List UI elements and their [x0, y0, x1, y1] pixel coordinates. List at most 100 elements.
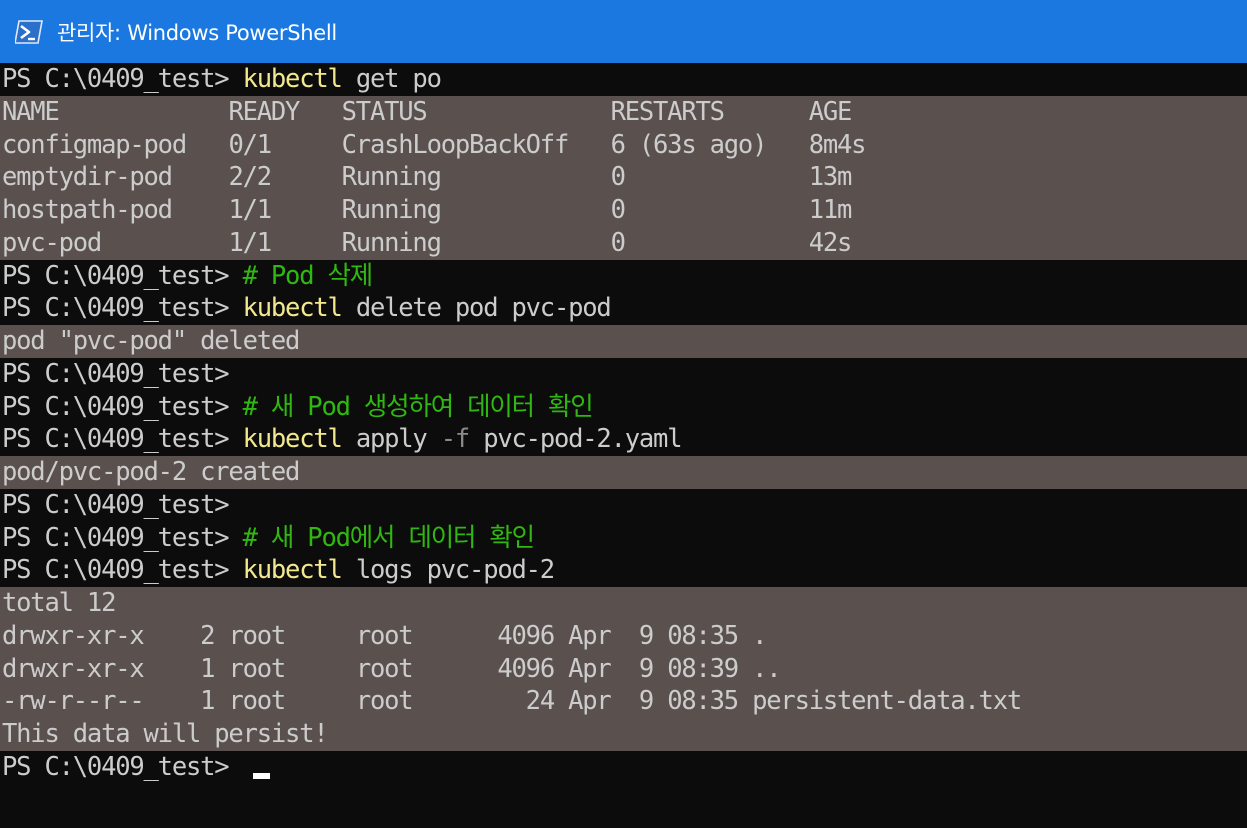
output-line: pod/pvc-pod-2 created	[0, 456, 1247, 489]
prompt-text: PS C:\0409_test>	[2, 489, 243, 520]
table-cell: 0	[610, 227, 809, 258]
table-row: emptydir-pod 2/2 Running 0 13m	[0, 161, 1247, 194]
comment-text: # 새 Pod에서 데이터 확인	[242, 522, 536, 553]
table-header-cell: RESTARTS	[610, 96, 809, 127]
comment-line: PS C:\0409_test> # 새 Pod에서 데이터 확인	[0, 522, 1247, 555]
file-name: persistent-data.txt	[737, 686, 1022, 717]
table-cell: Running	[341, 227, 611, 258]
output-text: This data will persist!	[2, 719, 329, 749]
command-args: pvc-pod-2.yaml	[469, 424, 682, 455]
command-name: kubectl	[242, 555, 343, 586]
table-row: configmap-pod 0/1 CrashLoopBackOff 6 (63…	[0, 128, 1247, 162]
file-owner: root	[214, 620, 356, 651]
command-args: get po	[341, 64, 442, 94]
command-flag: -f	[440, 424, 471, 455]
comment-text: # Pod 삭제	[242, 260, 374, 291]
file-group: root	[355, 653, 498, 684]
file-day: 9	[610, 653, 654, 684]
file-listing-row: -rw-r--r-- 1 root root 24 Apr 9 08:35 pe…	[0, 685, 1247, 718]
file-listing-row: drwxr-xr-x 1 root root 4096 Apr 9 08:39 …	[0, 652, 1247, 686]
prompt-text: PS C:\0409_test>	[2, 358, 243, 389]
prompt-text: PS C:\0409_test>	[2, 391, 243, 422]
text-cursor	[252, 772, 270, 779]
prompt-text: PS C:\0409_test>	[2, 260, 243, 291]
table-header-cell: NAME	[2, 96, 229, 127]
table-header-cell: READY	[228, 96, 342, 127]
command-args: logs pvc-pod-2	[341, 555, 555, 586]
file-time: 08:35	[653, 686, 739, 717]
command-line: PS C:\0409_test> kubectl get po	[0, 63, 1247, 96]
table-row: pvc-pod 1/1 Running 0 42s	[0, 226, 1247, 260]
prompt-text: PS C:\0409_test>	[2, 293, 243, 324]
file-size: 4096	[497, 620, 555, 651]
table-cell: 11m	[808, 195, 853, 225]
prompt-line: PS C:\0409_test>	[0, 489, 1247, 522]
file-time: 08:35	[653, 620, 739, 651]
output-line: This data will persist!	[0, 718, 1247, 751]
command-line: PS C:\0409_test> kubectl delete pod pvc-…	[0, 292, 1247, 325]
output-text: pod "pvc-pod" deleted	[2, 326, 300, 356]
file-owner: root	[214, 653, 356, 684]
table-row: hostpath-pod 1/1 Running 0 11m	[0, 194, 1247, 227]
file-day: 9	[610, 620, 654, 651]
file-time: 08:39	[653, 653, 739, 684]
output-text: total 12	[2, 588, 116, 618]
file-links: 2	[143, 620, 215, 651]
comment-line: PS C:\0409_test> # Pod 삭제	[0, 260, 1247, 293]
prompt-text: PS C:\0409_test>	[2, 751, 243, 782]
command-line: PS C:\0409_test> kubectl logs pvc-pod-2	[0, 554, 1247, 587]
file-size: 24	[497, 686, 556, 717]
table-header-cell: AGE	[808, 96, 853, 127]
table-header-cell: STATUS	[341, 96, 611, 127]
output-line: pod "pvc-pod" deleted	[0, 325, 1247, 358]
table-cell: configmap-pod	[2, 129, 229, 160]
table-cell: 1/1	[228, 227, 342, 258]
comment-line: PS C:\0409_test> # 새 Pod 생성하여 데이터 확인	[0, 391, 1247, 424]
comment-text: # 새 Pod 생성하여 데이터 확인	[242, 391, 594, 422]
table-cell: 6 (63s ago)	[610, 129, 809, 160]
file-listing-row: drwxr-xr-x 2 root root 4096 Apr 9 08:35 …	[0, 619, 1247, 653]
file-links: 1	[143, 653, 215, 684]
command-args: delete pod pvc-pod	[341, 293, 612, 324]
table-cell: 13m	[808, 162, 853, 193]
output-text: pod/pvc-pod-2 created	[2, 457, 300, 487]
title-bar[interactable]: 관리자: Windows PowerShell	[0, 0, 1247, 63]
table-cell: Running	[341, 162, 611, 193]
file-permissions: drwxr-xr-x	[2, 620, 145, 651]
table-cell: 2/2	[228, 162, 342, 193]
table-cell: 0/1	[228, 129, 342, 160]
output-line: total 12	[0, 587, 1247, 620]
file-permissions: -rw-r--r--	[2, 686, 145, 717]
table-cell: 42s	[808, 227, 853, 258]
file-name: .	[737, 620, 767, 651]
file-owner: root	[214, 686, 356, 717]
table-cell: 1/1	[228, 195, 342, 225]
table-cell: CrashLoopBackOff	[341, 129, 611, 160]
table-cell: pvc-pod	[2, 227, 229, 258]
command-line: PS C:\0409_test> kubectl apply -f pvc-po…	[0, 423, 1247, 456]
file-day: 9	[610, 686, 654, 717]
file-size: 4096	[497, 653, 555, 684]
table-header-row: NAME READY STATUS RESTARTS AGE	[0, 95, 1247, 129]
file-permissions: drwxr-xr-x	[2, 653, 145, 684]
table-cell: emptydir-pod	[2, 162, 229, 193]
prompt-text: PS C:\0409_test>	[2, 555, 243, 586]
table-cell: 8m4s	[808, 129, 867, 160]
file-month: Apr	[553, 653, 612, 684]
prompt-line: PS C:\0409_test>	[0, 751, 1247, 784]
command-name: kubectl	[242, 424, 343, 455]
table-cell: Running	[341, 195, 611, 225]
command-name: kubectl	[242, 293, 343, 324]
console-output[interactable]: PS C:\0409_test> kubectl get po NAME READ…	[0, 63, 1247, 828]
file-group: root	[355, 620, 498, 651]
prompt-text: PS C:\0409_test>	[2, 424, 243, 455]
file-month: Apr	[553, 620, 612, 651]
table-cell: hostpath-pod	[2, 195, 229, 225]
prompt-text: PS C:\0409_test>	[2, 64, 243, 94]
file-name: ..	[737, 653, 782, 684]
table-cell: 0	[610, 162, 809, 193]
command-name: kubectl	[242, 64, 343, 94]
file-month: Apr	[553, 686, 612, 717]
prompt-line: PS C:\0409_test>	[0, 358, 1247, 391]
powershell-window: 관리자: Windows PowerShell PS C:\0409_test>…	[0, 0, 1247, 828]
